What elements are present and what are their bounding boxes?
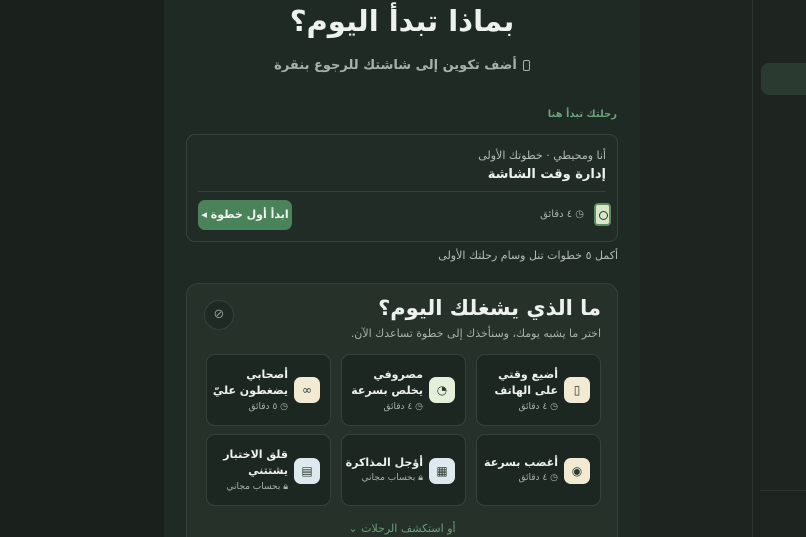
card-divider (198, 191, 606, 192)
concern-tile[interactable]: ◔ مصروفي يخلص بسرعة ◷ ٤ دقائق (341, 354, 466, 426)
start-button-label: ابدأ أول خطوة (210, 208, 289, 221)
main-column: بماذا تبدأ اليوم؟ أضف تكوين إلى شاشتك لل… (164, 0, 640, 537)
concern-meta-text: ٤ دقائق (383, 402, 413, 412)
concern-meta-text: بحساب مجاني (226, 482, 281, 492)
concern-meta: ◷ ٤ دقائق (518, 473, 559, 483)
concern-meta-text: ٤ دقائق (518, 473, 548, 483)
right-divider (760, 490, 806, 491)
concerns-panel: ⊘ ما الذي يشغلك اليوم؟ اختر ما يشبه يومك… (186, 283, 618, 537)
concern-meta: 🔒︎ بحساب مجاني (361, 473, 423, 483)
screen-time-icon (594, 203, 611, 226)
concern-meta: 🔒︎ بحساب مجاني (226, 482, 288, 492)
concern-tile[interactable]: ∞ أصحابي يضغطون عليّ ◷ ٥ دقائق (206, 354, 331, 426)
start-first-step-button[interactable]: ابدأ أول خطوة ◂ (198, 200, 292, 230)
compass-icon: ⊘ (204, 300, 234, 330)
page-subtitle-text: أضف تكوين إلى شاشتك للرجوع بنقرة (274, 58, 517, 73)
concern-name: مصروفي يخلص بسرعة (351, 368, 423, 397)
concern-name: أضيع وقتي على الهاتف (494, 368, 559, 397)
right-nav-pill[interactable] (761, 63, 806, 95)
reward-note: أكمل ٥ خطوات تنل وسام رحلتك الأولى (438, 249, 618, 262)
first-step-duration: ◷ ٤ دقائق (540, 209, 584, 220)
first-step-title: إدارة وقت الشاشة (487, 167, 606, 182)
concern-meta-text: ٤ دقائق (518, 402, 548, 412)
concern-tile[interactable]: ▯ أضيع وقتي على الهاتف ◷ ٤ دقائق (476, 354, 601, 426)
play-arrow-icon: ◂ (201, 208, 207, 221)
first-step-card[interactable]: أنا ومحيطي · خطوتك الأولى إدارة وقت الشا… (186, 134, 618, 242)
chevron-down-icon: ⌄ (348, 522, 358, 535)
duration-text: ٤ دقائق (540, 209, 573, 220)
concern-meta-text: ٥ دقائق (248, 402, 278, 412)
concern-meta: ◷ ٤ دقائق (518, 402, 559, 412)
left-gutter (0, 0, 164, 537)
concern-name: قلق الاختبار يشتتني (223, 448, 288, 477)
explore-journeys-link[interactable]: أو استكشف الرحلات ⌄ (164, 522, 640, 535)
concern-meta: ◷ ٤ دقائق (383, 402, 424, 412)
concern-meta: ◷ ٥ دقائق (248, 402, 289, 412)
concern-tile[interactable]: ▤ قلق الاختبار يشتتني 🔒︎ بحساب مجاني (206, 434, 331, 506)
page-subtitle: أضف تكوين إلى شاشتك للرجوع بنقرة (164, 58, 640, 73)
friends-icon: ∞ (294, 377, 320, 403)
page-title: بماذا تبدأ اليوم؟ (289, 4, 515, 38)
concern-name: أغضب بسرعة (484, 456, 558, 469)
money-chart-icon: ◔ (429, 377, 455, 403)
right-rail-divider (752, 0, 753, 537)
calendar-icon: ▦ (429, 458, 455, 484)
right-panel (640, 0, 806, 537)
anger-icon: ◉ (564, 458, 590, 484)
phone-icon (522, 60, 530, 71)
concern-tile[interactable]: ▦ أؤجل المذاكرة 🔒︎ بحساب مجاني (341, 434, 466, 506)
first-step-kicker: أنا ومحيطي · خطوتك الأولى (478, 149, 606, 162)
concern-tile[interactable]: ◉ أغضب بسرعة ◷ ٤ دقائق (476, 434, 601, 506)
concern-meta-text: بحساب مجاني (361, 473, 416, 483)
phone-icon: ▯ (564, 377, 590, 403)
concerns-title: ما الذي يشغلك اليوم؟ (378, 296, 601, 320)
concern-name: أصحابي يضغطون عليّ (212, 368, 288, 397)
concerns-subtitle: اختر ما يشبه يومك، وسنأخذك إلى خطوة تساع… (350, 327, 601, 340)
concern-name: أؤجل المذاكرة (345, 456, 423, 469)
exam-icon: ▤ (294, 458, 320, 484)
explore-label: أو استكشف الرحلات (361, 522, 456, 535)
section-label: رحلتك تبدأ هنا (547, 109, 617, 120)
